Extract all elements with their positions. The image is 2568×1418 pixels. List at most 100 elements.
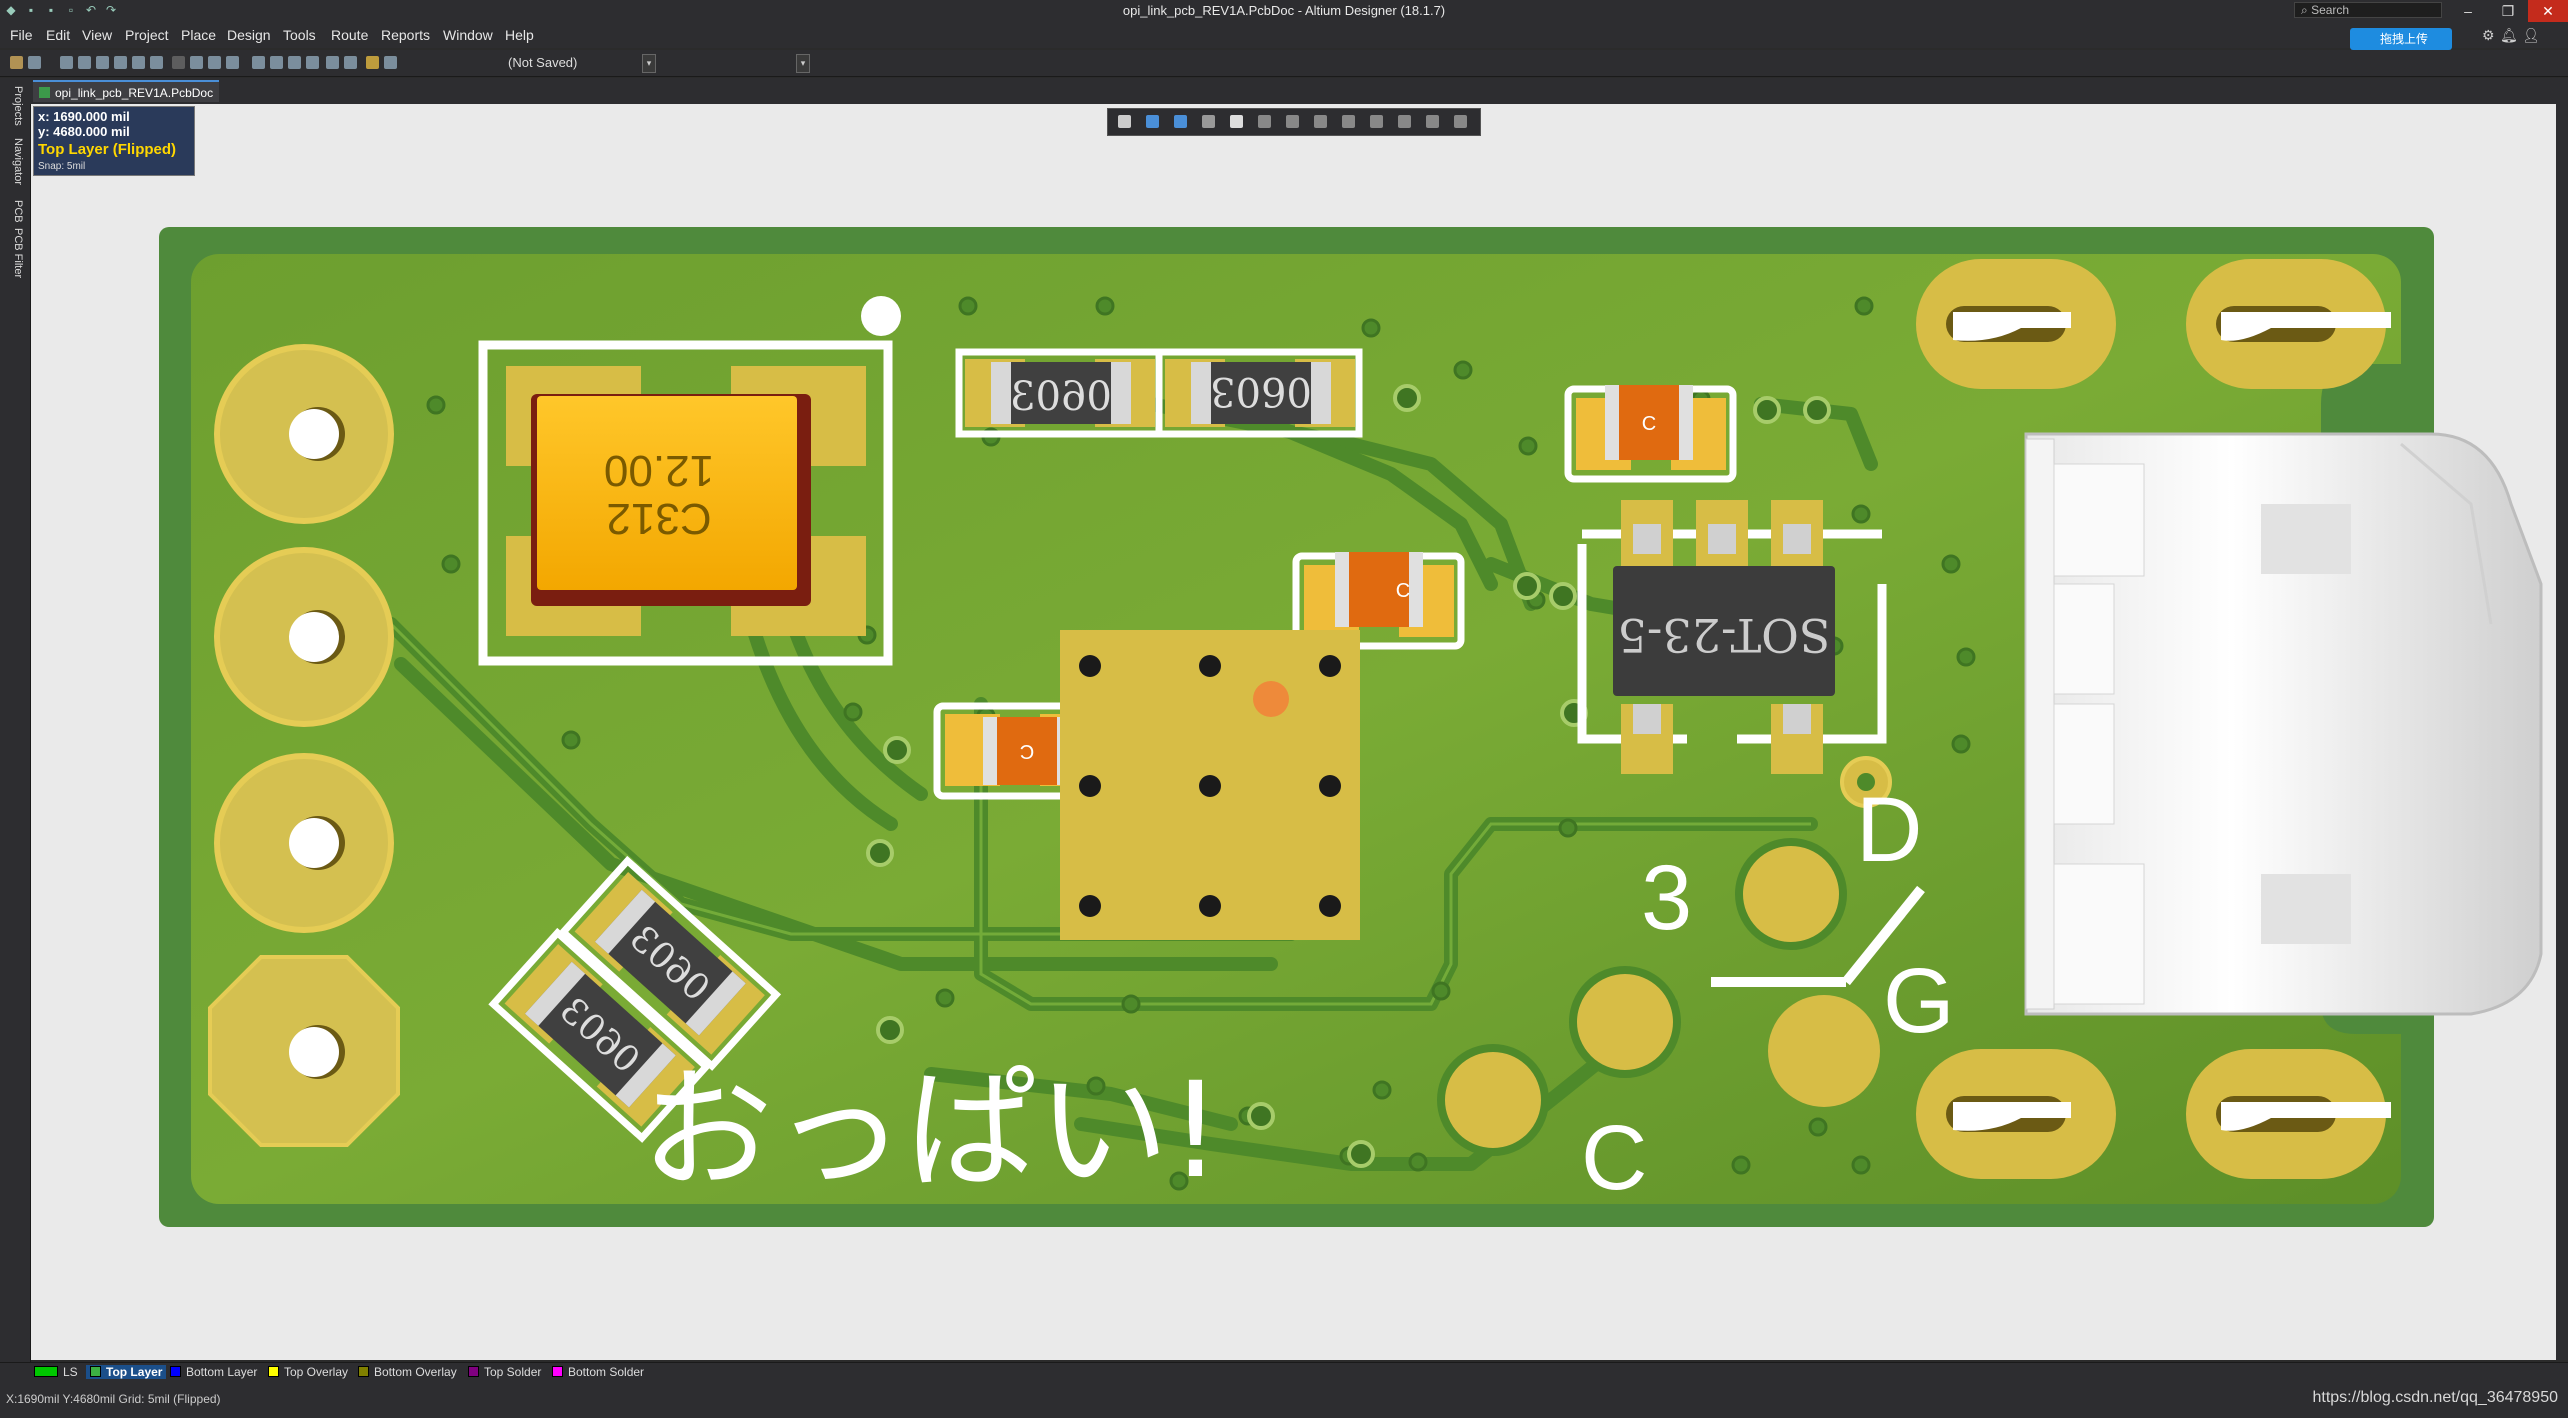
variant-dropdown-arrow-icon[interactable]: ▾: [642, 54, 656, 73]
select-rect-icon[interactable]: [1174, 115, 1187, 128]
diff-pair-icon[interactable]: [1286, 115, 1299, 128]
clear-filter-icon[interactable]: [306, 56, 319, 69]
pin-label-d: D: [1856, 779, 1922, 881]
panel-tab-navigator[interactable]: Navigator: [6, 138, 24, 185]
open-icon[interactable]: [10, 56, 23, 69]
thermal-pad: [1060, 630, 1360, 940]
pcb-document-icon: [39, 87, 50, 98]
keepout-icon[interactable]: [1370, 115, 1383, 128]
title-bar: ◆ ▪ ▪ ▫ ↶ ↷ opi_link_pcb_REV1A.PcbDoc - …: [0, 0, 2568, 22]
align-icon[interactable]: [1202, 115, 1215, 128]
component-icon[interactable]: [1230, 115, 1243, 128]
zoom-icon[interactable]: [96, 56, 109, 69]
browse-icon[interactable]: [384, 56, 397, 69]
pin-label-c: C: [1581, 1107, 1647, 1209]
layer-tab-bottom-overlay[interactable]: Bottom Overlay: [358, 1365, 457, 1379]
variant-select[interactable]: (Not Saved): [508, 54, 656, 72]
deselect-icon[interactable]: [288, 56, 301, 69]
polygon-icon[interactable]: [1342, 115, 1355, 128]
menu-edit[interactable]: Edit: [46, 27, 70, 43]
sot-label-text: SOT-23-5: [1618, 608, 1831, 662]
line-icon[interactable]: [1454, 115, 1467, 128]
zoom-area-icon[interactable]: [150, 56, 163, 69]
paste-icon[interactable]: [208, 56, 221, 69]
close-icon: ✕: [2542, 3, 2554, 19]
panel-tab-pcb-filter[interactable]: PCB Filter: [6, 228, 24, 278]
layer-swatch: [170, 1366, 181, 1377]
menu-design[interactable]: Design: [227, 27, 271, 43]
menu-reports[interactable]: Reports: [381, 27, 430, 43]
redo-icon[interactable]: [344, 56, 357, 69]
cap-c2-label: C: [1396, 580, 1410, 602]
route-icon[interactable]: [1258, 115, 1271, 128]
zoom-fit-icon[interactable]: [114, 56, 127, 69]
crosshair-icon[interactable]: [1146, 115, 1159, 128]
user-icon[interactable]: 👤︎: [2522, 27, 2540, 44]
menu-file[interactable]: File: [10, 27, 33, 43]
menu-place[interactable]: Place: [181, 27, 216, 43]
zoom-selected-icon[interactable]: [132, 56, 145, 69]
layer-tabs: LS Top Layer Bottom Layer Top Overlay Bo…: [0, 1362, 2568, 1381]
search-icon: ⌕: [2301, 3, 2312, 17]
dimension-icon[interactable]: [1398, 115, 1411, 128]
resistor-r2: 0603: [1155, 348, 1363, 438]
layer-tab-top-layer[interactable]: Top Layer: [86, 1365, 167, 1379]
document-tab-bar: opi_link_pcb_REV1A.PcbDoc: [30, 78, 2568, 104]
close-button[interactable]: ✕: [2528, 0, 2568, 22]
pin-label-g: G: [1883, 950, 1955, 1052]
rubber-stamp-icon[interactable]: [226, 56, 239, 69]
hud-x: x: 1690.000 mil: [38, 109, 130, 124]
cap-c3-label: C: [1020, 740, 1034, 762]
layer-swatch: [358, 1366, 369, 1377]
undo-icon[interactable]: [326, 56, 339, 69]
heads-up-display: x: 1690.000 mil y: 4680.000 mil Top Laye…: [33, 106, 195, 176]
hud-snap: Snap: 5mil: [38, 161, 86, 172]
document-tab[interactable]: opi_link_pcb_REV1A.PcbDoc: [33, 80, 220, 102]
maximize-button[interactable]: ❐: [2488, 0, 2528, 22]
via-icon[interactable]: [1314, 115, 1327, 128]
cut-icon[interactable]: [172, 56, 185, 69]
layer-tab-bottom-solder[interactable]: Bottom Solder: [552, 1365, 644, 1379]
menu-help[interactable]: Help: [505, 27, 534, 43]
filter-icon[interactable]: [1118, 115, 1131, 128]
settings-icon[interactable]: ⚙: [2482, 27, 2495, 44]
layer-tab-top-solder[interactable]: Top Solder: [468, 1365, 541, 1379]
hud-layer: Top Layer (Flipped): [38, 141, 177, 158]
layer-swatch: [468, 1366, 479, 1377]
select-area-icon[interactable]: [252, 56, 265, 69]
vertical-scrollbar[interactable]: [2556, 104, 2568, 1360]
layer-swatch: [268, 1366, 279, 1377]
panel-tab-projects[interactable]: Projects: [6, 86, 24, 126]
tantalum-value-text: 12.00: [604, 446, 714, 495]
copy-icon[interactable]: [190, 56, 203, 69]
status-coordinates: X:1690mil Y:4680mil Grid: 5mil (Flipped): [6, 1392, 221, 1406]
menu-window[interactable]: Window: [443, 27, 493, 43]
search-input[interactable]: ⌕ Search: [2294, 2, 2442, 18]
minimize-button[interactable]: –: [2448, 0, 2488, 22]
layer-tab-bottom-layer[interactable]: Bottom Layer: [170, 1365, 257, 1379]
layer-tab-ls[interactable]: LS: [34, 1365, 78, 1379]
menu-view[interactable]: View: [82, 27, 112, 43]
menu-route[interactable]: Route: [331, 27, 368, 43]
left-panel-rail: Projects Navigator PCB PCB Filter: [0, 78, 31, 1362]
print-preview-icon[interactable]: [78, 56, 91, 69]
save-icon[interactable]: [28, 56, 41, 69]
text-icon[interactable]: [1426, 115, 1439, 128]
notifications-icon[interactable]: 🔔︎: [2500, 27, 2518, 44]
cap-c1-label: C: [1642, 413, 1656, 435]
pcb-canvas[interactable]: 12.00 C312 0603 0603 C C C SOT-23-5 0603…: [31, 104, 2556, 1360]
config-dropdown-arrow-icon[interactable]: ▾: [796, 54, 810, 73]
resistor-r2-text: 0603: [1210, 368, 1312, 414]
layer-tab-top-overlay[interactable]: Top Overlay: [268, 1365, 348, 1379]
pcb-3d-view[interactable]: 12.00 C312 0603 0603 C C C SOT-23-5 0603…: [31, 104, 2556, 1360]
panel-tab-pcb[interactable]: PCB: [6, 200, 24, 223]
layer-swatch: [552, 1366, 563, 1377]
menu-tools[interactable]: Tools: [283, 27, 316, 43]
print-icon[interactable]: [60, 56, 73, 69]
upload-button[interactable]: 拖拽上传: [2350, 28, 2452, 50]
menu-project[interactable]: Project: [125, 27, 169, 43]
active-bar: [1107, 108, 1481, 136]
window-title: opi_link_pcb_REV1A.PcbDoc - Altium Desig…: [1122, 3, 1446, 18]
highlight-icon[interactable]: [366, 56, 379, 69]
move-icon[interactable]: [270, 56, 283, 69]
